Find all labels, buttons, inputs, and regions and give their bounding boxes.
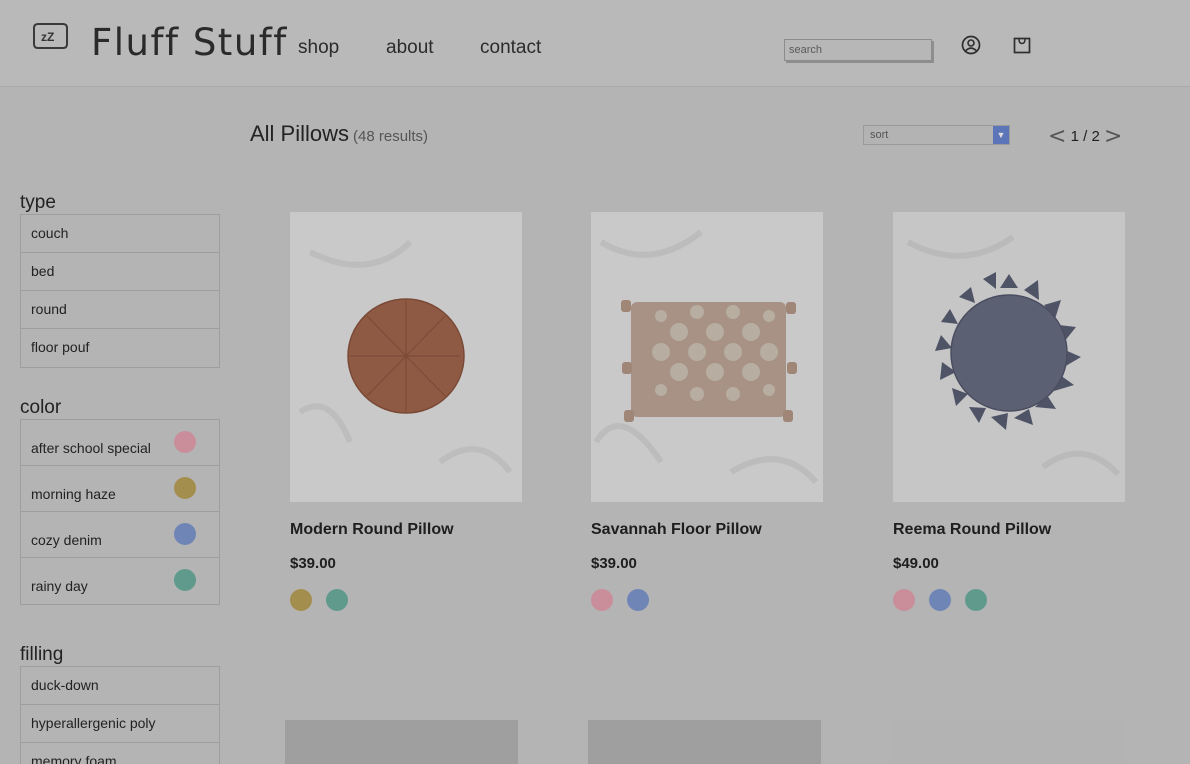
product-swatches — [591, 589, 649, 611]
filter-type-bed[interactable]: bed — [21, 253, 219, 291]
product-name[interactable]: Reema Round Pillow — [893, 521, 1051, 539]
filter-type-round[interactable]: round — [21, 291, 219, 329]
search-input[interactable] — [784, 39, 932, 61]
chevron-down-icon[interactable]: ▼ — [993, 126, 1009, 144]
filter-color-label: cozy denim — [31, 532, 102, 548]
filter-color-cozy-denim[interactable]: cozy denim — [21, 512, 219, 558]
site-header: zZ Fluff Stuff shop about contact — [0, 0, 1190, 87]
sort-placeholder: sort — [870, 129, 889, 141]
page-indicator: 1 / 2 — [1070, 128, 1100, 145]
account-icon[interactable] — [961, 35, 981, 55]
filter-type-couch[interactable]: couch — [21, 215, 219, 253]
filter-color-label: rainy day — [31, 578, 88, 594]
sleeping-face-icon[interactable]: zZ — [31, 22, 70, 52]
color-swatch-option[interactable] — [290, 589, 312, 611]
filter-list-filling: duck-down hyperallergenic poly memory fo… — [20, 666, 220, 764]
product-name[interactable]: Modern Round Pillow — [290, 521, 454, 539]
next-page-button[interactable]: > — [1104, 124, 1122, 149]
filter-color-morning-haze[interactable]: morning haze — [21, 466, 219, 512]
filter-color-rainy-day[interactable]: rainy day — [21, 558, 219, 604]
product-card[interactable]: Reema Round Pillow $49.00 — [893, 212, 1125, 612]
color-swatch-option[interactable] — [893, 589, 915, 611]
product-price: $39.00 — [290, 555, 336, 572]
filter-heading-filling: filling — [20, 644, 64, 665]
filter-type-floor-pouf[interactable]: floor pouf — [21, 329, 219, 367]
product-swatches — [290, 589, 348, 611]
filter-color-label: morning haze — [31, 486, 116, 502]
filter-heading-color: color — [20, 397, 62, 418]
product-image[interactable] — [892, 720, 1125, 764]
color-swatch-option[interactable] — [929, 589, 951, 611]
filter-heading-type: type — [20, 192, 56, 213]
product-name[interactable]: Savannah Floor Pillow — [591, 521, 762, 539]
color-swatch-option[interactable] — [326, 589, 348, 611]
product-image[interactable] — [285, 720, 518, 764]
color-swatch — [174, 523, 196, 545]
nav-contact[interactable]: contact — [480, 37, 541, 59]
product-price: $49.00 — [893, 555, 939, 572]
color-swatch — [174, 477, 196, 499]
filter-filling-duck-down[interactable]: duck-down — [21, 667, 219, 705]
logo-text: zZ — [41, 30, 54, 44]
page-title-text: All Pillows — [250, 121, 350, 146]
color-swatch — [174, 569, 196, 591]
product-card[interactable]: Modern Round Pillow $39.00 — [290, 212, 522, 612]
filter-list-type: couch bed round floor pouf — [20, 214, 220, 368]
nav-about[interactable]: about — [386, 37, 434, 59]
filter-color-after-school-special[interactable]: after school special — [21, 420, 219, 466]
product-swatches — [893, 589, 987, 611]
color-swatch-option[interactable] — [591, 589, 613, 611]
product-card[interactable]: Savannah Floor Pillow $39.00 — [591, 212, 823, 612]
prev-page-button[interactable]: < — [1048, 124, 1066, 149]
filter-list-color: after school special morning haze cozy d… — [20, 419, 220, 605]
color-swatch — [174, 431, 196, 453]
color-swatch-option[interactable] — [627, 589, 649, 611]
color-swatch-option[interactable] — [965, 589, 987, 611]
sort-select[interactable]: sort ▼ — [863, 125, 1010, 145]
pagination: < 1 / 2 > — [1048, 124, 1122, 149]
cart-icon[interactable] — [1012, 35, 1032, 55]
nav-shop[interactable]: shop — [298, 37, 339, 59]
result-count: (48 results) — [353, 128, 429, 145]
page-title: All Pillows (48 results) — [250, 121, 428, 147]
filter-filling-memory-foam[interactable]: memory foam — [21, 743, 219, 764]
product-image[interactable] — [588, 720, 821, 764]
product-image[interactable] — [290, 212, 522, 502]
product-image[interactable] — [591, 212, 823, 502]
brand-name[interactable]: Fluff Stuff — [91, 21, 288, 64]
filter-color-label: after school special — [31, 440, 151, 456]
filter-filling-hyperallergenic-poly[interactable]: hyperallergenic poly — [21, 705, 219, 743]
product-image[interactable] — [893, 212, 1125, 502]
product-price: $39.00 — [591, 555, 637, 572]
